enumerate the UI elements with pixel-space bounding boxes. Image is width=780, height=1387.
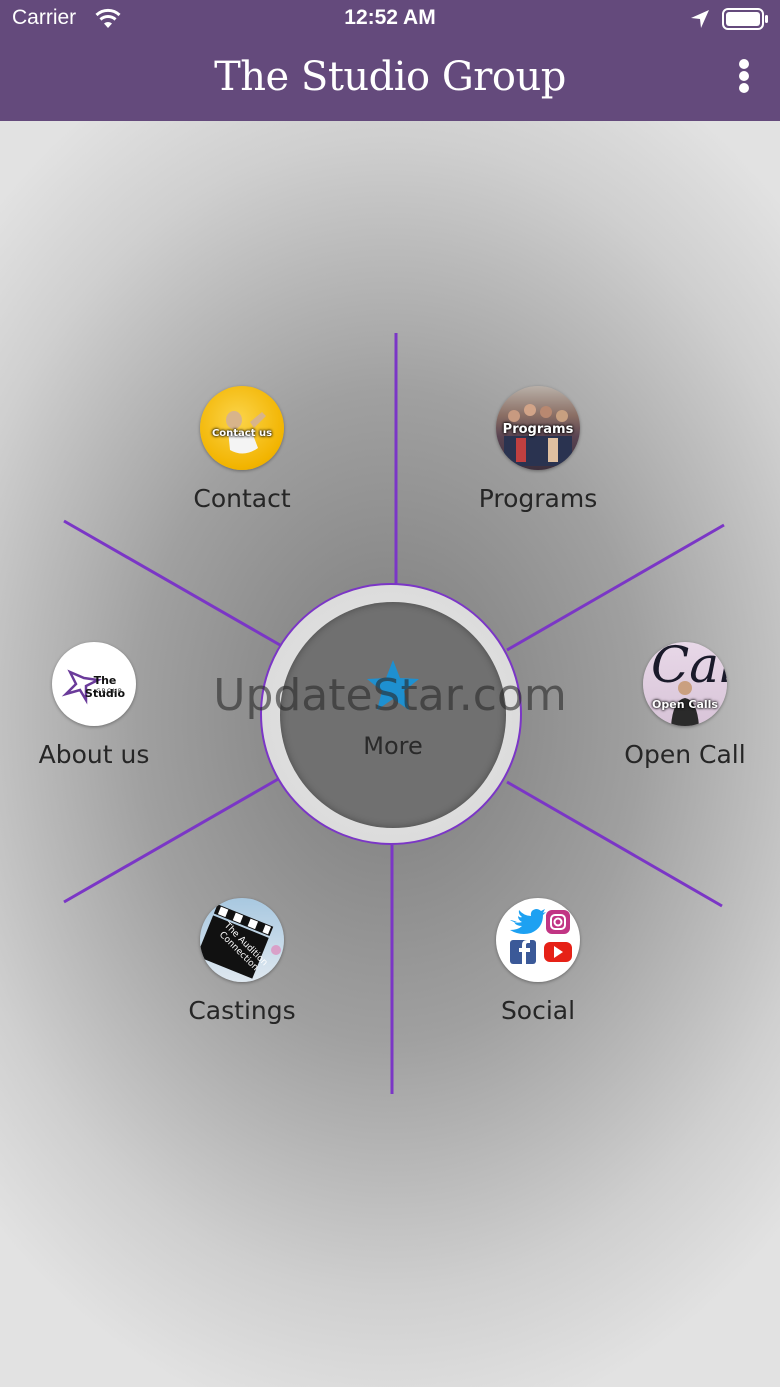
castings-label: Castings (188, 996, 296, 1025)
star-icon (367, 660, 419, 710)
contact-thumb-text: Contact us (211, 428, 273, 439)
twitter-icon (510, 909, 546, 934)
open-call-thumbnail: Cal Open Calls (643, 642, 727, 726)
social-icons-graphic (510, 909, 572, 964)
more-hub-button[interactable]: More (260, 583, 522, 845)
menu-item-castings[interactable]: The Audition Connection Castings (132, 898, 352, 1025)
programs-label: Programs (478, 484, 598, 513)
open-call-person-graphic (671, 681, 699, 726)
social-label: Social (500, 996, 576, 1025)
spoke-upper-right (506, 523, 725, 652)
menu-item-social[interactable]: Social (428, 898, 648, 1025)
programs-thumbnail: Programs (496, 386, 580, 470)
spoke-lower-left (63, 776, 281, 904)
contact-thumbnail: Contact us (200, 386, 284, 470)
open-call-thumb-text: Open Calls (652, 698, 718, 711)
instagram-icon (546, 910, 570, 934)
more-label: More (363, 732, 423, 760)
about-us-label: About us (38, 740, 150, 769)
menu-item-programs[interactable]: Programs Programs (428, 386, 648, 513)
castings-thumbnail: The Audition Connection (200, 898, 284, 982)
programs-thumb-text: Programs (502, 422, 574, 437)
about-us-logo: The Studio GROUP (52, 642, 136, 726)
menu-item-open-call[interactable]: Cal Open Calls Open Call (575, 642, 780, 769)
spoke-upper-left (63, 519, 281, 647)
about-logo-line2: GROUP (96, 688, 123, 695)
spoke-lower-right (506, 780, 723, 908)
open-call-label: Open Call (624, 740, 746, 769)
menu-item-about-us[interactable]: The Studio GROUP About us (0, 642, 204, 769)
social-thumbnail (496, 898, 580, 982)
contact-label: Contact (193, 484, 291, 513)
menu-item-contact[interactable]: Contact us Contact (132, 386, 352, 513)
about-logo-line1: The Studio (84, 674, 126, 700)
more-hub-inner: More (280, 602, 506, 828)
